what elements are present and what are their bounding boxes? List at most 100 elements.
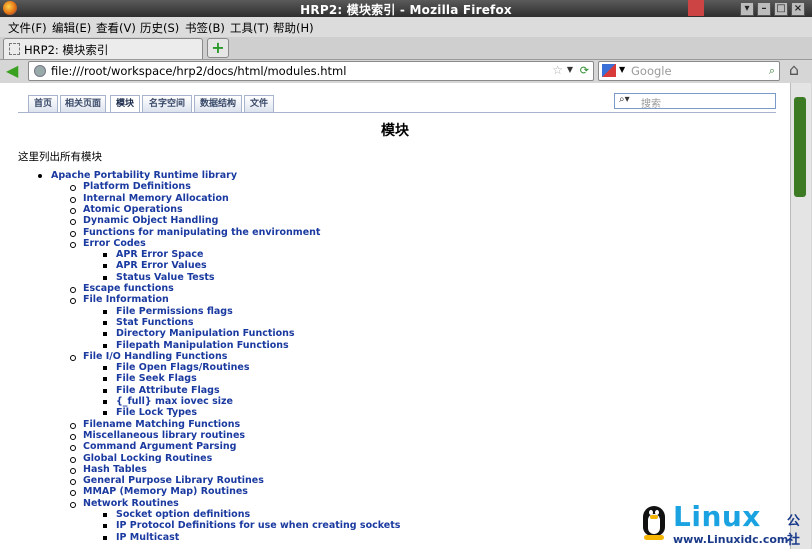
module-link[interactable]: Dynamic Object Handling xyxy=(83,215,218,226)
module-link[interactable]: APR Error Space xyxy=(116,249,203,260)
minimize-button[interactable]: – xyxy=(757,2,771,16)
list-bullet xyxy=(70,422,76,429)
module-link[interactable]: Internal Memory Allocation xyxy=(83,193,229,204)
doc-search-input[interactable]: 搜索 xyxy=(641,95,661,110)
module-link[interactable]: File Attribute Flags xyxy=(116,385,220,396)
watermark-url: www.Linuxidc.com xyxy=(673,533,789,546)
search-go-icon[interactable]: ⌕ xyxy=(769,64,775,78)
list-bullet xyxy=(103,411,107,416)
doc-tab-namespaces[interactable]: 名字空间 xyxy=(142,95,192,112)
menu-file[interactable]: 文件(F) xyxy=(8,20,47,36)
menu-help[interactable]: 帮助(H) xyxy=(273,20,314,36)
home-icon[interactable]: ⌂ xyxy=(784,60,804,80)
list-bullet xyxy=(70,287,76,293)
module-link[interactable]: Command Argument Parsing xyxy=(83,441,236,452)
new-tab-button[interactable]: + xyxy=(207,38,229,58)
module-link[interactable]: Escape functions xyxy=(83,283,174,294)
list-bullet xyxy=(70,354,76,361)
doc-search-box[interactable]: ⌕▾ 搜索 xyxy=(614,93,776,110)
watermark-suffix: 公社 xyxy=(787,514,801,548)
doc-tab-modules[interactable]: 模块 xyxy=(110,95,140,112)
list-bullet xyxy=(103,309,107,314)
browser-tab-label: HRP2: 模块索引 xyxy=(24,43,109,57)
list-bullet xyxy=(70,456,76,463)
list-bullet xyxy=(103,388,107,393)
list-bullet xyxy=(70,467,76,474)
list-bullet xyxy=(38,174,42,178)
menu-edit[interactable]: 编辑(E) xyxy=(52,20,91,36)
page-content: 首页 相关页面 模块 名字空间 数据结构 文件 ⌕▾ 搜索 模块 这里列出所有模… xyxy=(0,83,790,549)
reload-icon[interactable]: ⟳ xyxy=(580,64,589,77)
list-bullet xyxy=(70,445,76,452)
module-link[interactable]: File Permissions flags xyxy=(116,306,233,317)
address-url[interactable]: file:///root/workspace/hrp2/docs/html/mo… xyxy=(51,64,346,78)
module-link[interactable]: File Open Flags/Routines xyxy=(116,362,250,373)
module-link[interactable]: Global Locking Routines xyxy=(83,453,212,464)
module-link[interactable]: IP Protocol Definitions for use when cre… xyxy=(116,520,400,531)
list-bullet xyxy=(70,490,76,497)
module-link[interactable]: Functions for manipulating the environme… xyxy=(83,227,320,238)
chevron-down-icon[interactable]: ▼ xyxy=(567,65,573,74)
module-link[interactable]: File Seek Flags xyxy=(116,373,197,384)
page-intro: 这里列出所有模块 xyxy=(18,151,102,163)
module-link[interactable]: Directory Manipulation Functions xyxy=(116,328,295,339)
module-link[interactable]: IP Multicast xyxy=(116,532,179,543)
bookmark-star-icon[interactable]: ☆ xyxy=(552,63,563,77)
list-bullet xyxy=(103,320,107,325)
list-bullet xyxy=(103,400,107,404)
module-link[interactable]: General Purpose Library Routines xyxy=(83,475,264,486)
module-link[interactable]: Platform Definitions xyxy=(83,181,191,192)
list-bullet xyxy=(70,219,76,226)
search-input[interactable]: Google xyxy=(631,64,672,78)
list-bullet xyxy=(70,185,76,192)
menu-bookmarks[interactable]: 书签(B) xyxy=(185,20,225,36)
page-title: 模块 xyxy=(381,123,409,139)
module-link[interactable]: APR Error Values xyxy=(116,260,207,271)
back-arrow-icon[interactable]: ◀ xyxy=(6,63,24,79)
module-link[interactable]: Error Codes xyxy=(83,238,146,249)
list-bullet xyxy=(103,275,107,280)
module-link[interactable]: File Lock Types xyxy=(116,407,197,418)
list-bullet xyxy=(103,513,107,517)
module-link[interactable]: File I/O Handling Functions xyxy=(83,351,227,362)
pin-icon[interactable]: ▾ xyxy=(740,2,754,16)
module-link[interactable]: Atomic Operations xyxy=(83,204,183,215)
list-bullet xyxy=(70,298,76,305)
menu-view[interactable]: 查看(V) xyxy=(96,20,136,36)
list-bullet xyxy=(70,501,76,508)
module-link[interactable]: {_full} max iovec size xyxy=(116,396,233,407)
module-link[interactable]: Network Routines xyxy=(83,498,179,509)
doc-tab-files[interactable]: 文件 xyxy=(244,95,274,112)
menu-bar: 文件(F) 编辑(E) 查看(V) 历史(S) 书签(B) 工具(T) 帮助(H… xyxy=(0,17,812,37)
menu-tools[interactable]: 工具(T) xyxy=(230,20,269,36)
module-link[interactable]: Apache Portability Runtime library xyxy=(51,170,237,181)
list-bullet xyxy=(103,332,107,337)
indicator-icon xyxy=(688,0,704,16)
module-link[interactable]: MMAP (Memory Map) Routines xyxy=(83,486,248,497)
browser-tab[interactable]: HRP2: 模块索引 xyxy=(3,38,203,59)
module-link[interactable]: Miscellaneous library routines xyxy=(83,430,245,441)
module-link[interactable]: Filename Matching Functions xyxy=(83,419,240,430)
address-bar[interactable]: file:///root/workspace/hrp2/docs/html/mo… xyxy=(28,61,594,81)
menu-history[interactable]: 历史(S) xyxy=(140,20,179,36)
search-icon[interactable]: ⌕▾ xyxy=(619,94,630,105)
module-link[interactable]: Stat Functions xyxy=(116,317,194,328)
doc-tab-home[interactable]: 首页 xyxy=(28,95,58,112)
vertical-scrollbar[interactable] xyxy=(790,83,811,549)
module-link[interactable]: Socket option definitions xyxy=(116,509,250,520)
module-link[interactable]: Hash Tables xyxy=(83,464,147,475)
tux-penguin-icon xyxy=(641,500,667,540)
navigation-bar: ◀ file:///root/workspace/hrp2/docs/html/… xyxy=(0,60,812,82)
google-icon[interactable] xyxy=(602,64,616,77)
doc-tab-related[interactable]: 相关页面 xyxy=(60,95,106,112)
scrollbar-thumb[interactable] xyxy=(794,97,806,197)
tab-divider xyxy=(18,112,776,113)
module-link[interactable]: File Information xyxy=(83,294,169,305)
doc-tab-data-structures[interactable]: 数据结构 xyxy=(194,95,242,112)
search-box[interactable]: ▼ Google ⌕ xyxy=(598,61,780,81)
maximize-button[interactable]: □ xyxy=(774,2,788,16)
close-button[interactable]: × xyxy=(791,2,805,16)
engine-dropdown-icon[interactable]: ▼ xyxy=(619,65,625,74)
module-link[interactable]: Status Value Tests xyxy=(116,272,215,283)
module-link[interactable]: Filepath Manipulation Functions xyxy=(116,340,289,351)
